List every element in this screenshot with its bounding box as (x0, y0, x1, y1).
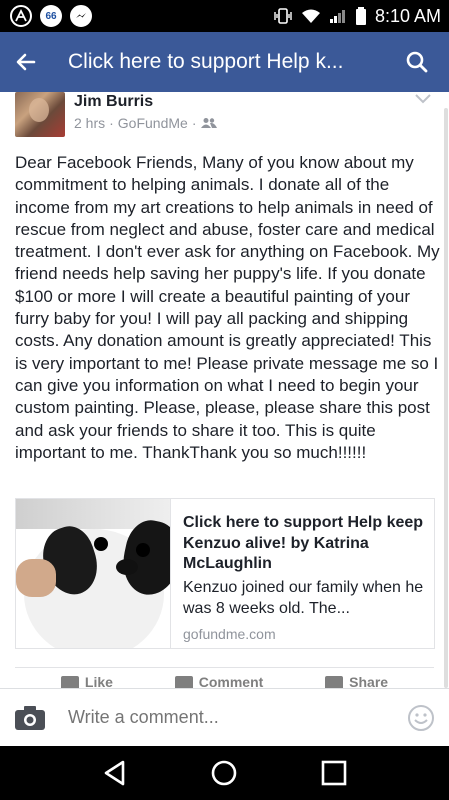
app-bar: Click here to support Help k... (0, 32, 449, 92)
comment-label: Comment (198, 674, 264, 688)
vibrate-icon (273, 7, 293, 25)
post-header: Jim Burris 2 hrs · GoFundMe · (0, 92, 449, 140)
link-preview-card[interactable]: Click here to support Help keep Kenzuo a… (15, 498, 435, 649)
post-options-chevron-icon[interactable] (413, 92, 433, 106)
wifi-icon (301, 8, 321, 24)
meta-separator-dot: · (109, 115, 114, 131)
emoji-sticker-icon[interactable] (407, 704, 435, 732)
post: Jim Burris 2 hrs · GoFundMe · Dear Faceb… (0, 92, 449, 462)
share-arrow-icon (325, 676, 344, 688)
comment-bar (0, 688, 449, 746)
comment-input[interactable] (68, 707, 407, 728)
share-label: Share (349, 674, 389, 688)
nav-back-button[interactable] (95, 753, 135, 793)
like-label: Like (84, 674, 113, 688)
thumbs-up-icon (60, 676, 79, 688)
comment-bubble-icon (174, 676, 193, 688)
battery-icon (355, 7, 367, 25)
notification-count-badge: 66 (40, 5, 62, 27)
scrollbar[interactable] (444, 108, 448, 688)
post-app[interactable]: GoFundMe (118, 115, 188, 131)
share-button[interactable]: Share (325, 674, 388, 688)
post-actions: Like Comment Share (0, 674, 449, 688)
triangle-back-icon (104, 760, 125, 786)
back-arrow-icon (16, 53, 36, 71)
like-button[interactable]: Like (60, 674, 113, 688)
post-meta: 2 hrs · GoFundMe · (74, 115, 217, 131)
link-title: Click here to support Help keep Kenzuo a… (183, 514, 424, 572)
link-domain: gofundme.com (183, 625, 276, 642)
divider (15, 667, 434, 668)
back-button[interactable] (14, 42, 54, 82)
status-right-icons: 8:10 AM (273, 6, 441, 27)
camera-button[interactable] (14, 704, 46, 732)
signal-icon (329, 8, 347, 24)
post-body-text: Dear Facebook Friends, Many of you know … (15, 153, 440, 462)
status-left-icons: 66 (10, 5, 92, 27)
meta-separator-dot: · (191, 115, 197, 131)
link-card-body: Click here to support Help keep Kenzuo a… (171, 499, 434, 648)
page-title: Click here to support Help k... (68, 50, 344, 73)
friends-audience-icon (200, 118, 217, 128)
search-icon (406, 51, 428, 73)
system-navigation-bar (0, 746, 449, 800)
avatar[interactable] (15, 92, 65, 137)
square-recents-icon (321, 760, 347, 786)
camera-icon (15, 705, 45, 730)
nav-recents-button[interactable] (314, 753, 354, 793)
circle-home-icon (212, 760, 237, 786)
clock: 8:10 AM (374, 5, 441, 26)
messenger-icon (70, 5, 92, 27)
app-notification-icon (10, 5, 32, 27)
comment-button[interactable]: Comment (174, 674, 264, 688)
post-time[interactable]: 2 hrs (74, 115, 105, 131)
link-description: Kenzuo joined our family when he was 8 w… (183, 578, 424, 617)
link-thumbnail-image (16, 499, 171, 648)
search-button[interactable] (399, 44, 435, 80)
nav-home-button[interactable] (204, 753, 244, 793)
status-bar: 66 8:10 AM (0, 0, 449, 32)
post-author[interactable]: Jim Burris (74, 93, 153, 111)
